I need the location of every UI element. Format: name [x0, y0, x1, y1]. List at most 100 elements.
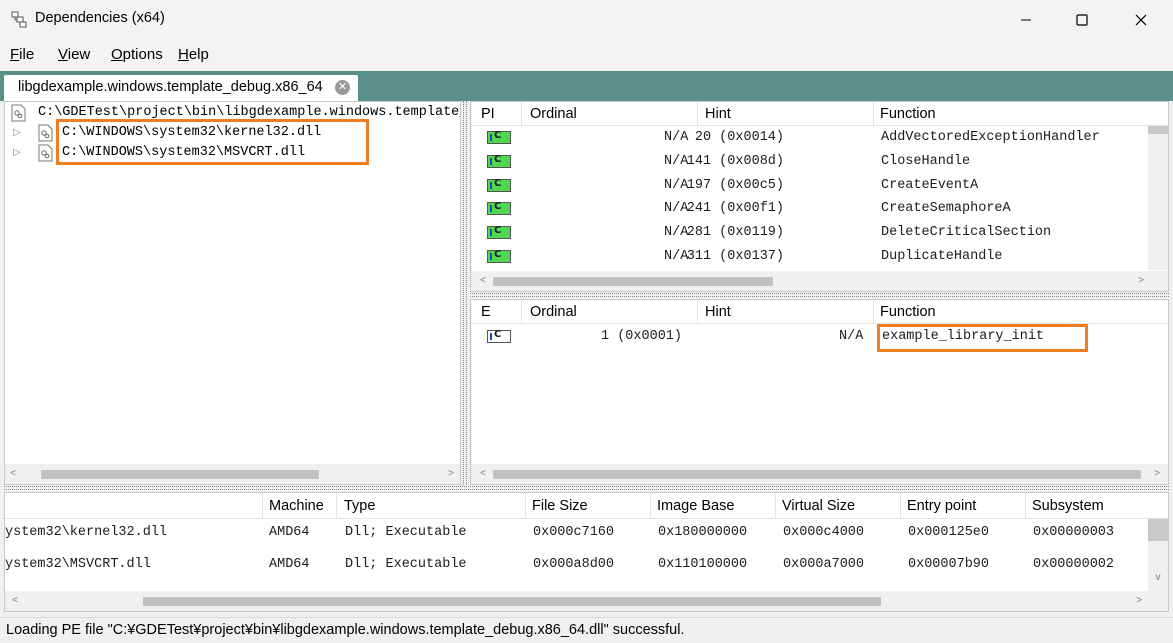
- menu-file[interactable]: File: [10, 46, 34, 63]
- modules-horizontal-scrollbar[interactable]: < >: [5, 591, 1168, 611]
- import-ordinal: N/A: [664, 153, 689, 169]
- scrollbar-thumb[interactable]: [1148, 126, 1168, 134]
- col-file-size[interactable]: File Size: [532, 498, 588, 514]
- exports-header: E Ordinal Hint Function: [471, 300, 1168, 324]
- menu-help[interactable]: Help: [178, 46, 209, 63]
- import-ordinal: N/A: [664, 249, 689, 264]
- import-function: DeleteCriticalSection: [881, 225, 1052, 241]
- col-image-base[interactable]: Image Base: [657, 498, 734, 514]
- minimize-button[interactable]: [1003, 0, 1049, 40]
- scrollbar-thumb[interactable]: [493, 277, 773, 286]
- document-tab[interactable]: libgdexample.windows.template_debug.x86_…: [4, 75, 358, 101]
- scroll-down-icon[interactable]: v: [1152, 571, 1164, 585]
- highlight-box-imports-tree: [56, 119, 369, 165]
- menu-options-label: ptions: [122, 46, 163, 63]
- menu-help-accel: H: [178, 46, 189, 63]
- import-hint: 241 (0x00f1): [686, 201, 784, 217]
- import-ordinal: N/A: [664, 177, 689, 193]
- minimize-icon: [1021, 19, 1031, 21]
- col-virtual-size[interactable]: Virtual Size: [782, 498, 855, 514]
- import-c-icon: [487, 154, 511, 168]
- exports-horizontal-scrollbar[interactable]: < >: [471, 464, 1168, 484]
- scroll-left-icon[interactable]: <: [7, 467, 19, 481]
- imports-header: PI Ordinal Hint Function: [471, 102, 1168, 126]
- import-function: CloseHandle: [881, 153, 971, 169]
- module-file-size: 0x000a8d00: [533, 557, 615, 572]
- import-hint: 197 (0x00c5): [686, 177, 784, 193]
- close-button[interactable]: [1118, 0, 1164, 40]
- close-icon: [1135, 14, 1147, 26]
- col-ordinal[interactable]: Ordinal: [530, 304, 577, 320]
- document-tab-strip: libgdexample.windows.template_debug.x86_…: [0, 71, 1173, 101]
- module-image-base: 0x110100000: [658, 557, 748, 572]
- maximize-icon: [1076, 14, 1088, 26]
- module-machine: AMD64: [269, 557, 310, 572]
- modules-vertical-scrollbar[interactable]: v: [1148, 519, 1168, 591]
- import-c-icon: [487, 225, 511, 240]
- col-pi[interactable]: PI: [481, 106, 495, 122]
- import-ordinal: N/A: [664, 130, 689, 145]
- menu-file-label: ile: [19, 46, 35, 63]
- scroll-right-icon[interactable]: >: [1135, 274, 1147, 288]
- highlight-box-export-function: [877, 324, 1088, 352]
- menu-view[interactable]: View: [58, 46, 90, 63]
- import-c-icon: [487, 130, 511, 144]
- col-machine[interactable]: Machine: [269, 498, 324, 514]
- col-function[interactable]: Function: [880, 304, 936, 320]
- expand-arrow-icon[interactable]: ▷: [13, 128, 23, 138]
- col-entry-point[interactable]: Entry point: [907, 498, 976, 514]
- import-function: AddVectoredExceptionHandler: [881, 130, 1100, 145]
- imports-horizontal-scrollbar[interactable]: < >: [471, 271, 1168, 291]
- tree-horizontal-scrollbar[interactable]: < >: [5, 464, 460, 484]
- scroll-right-icon[interactable]: >: [445, 467, 457, 481]
- scroll-left-icon[interactable]: <: [9, 594, 21, 608]
- modules-table[interactable]: Machine Type File Size Image Base Virtua…: [4, 492, 1169, 612]
- scroll-right-icon[interactable]: >: [1133, 594, 1145, 608]
- module-virtual-size: 0x000c4000: [783, 525, 865, 540]
- scroll-left-icon[interactable]: <: [477, 467, 489, 481]
- import-hint: 281 (0x0119): [686, 225, 784, 241]
- menu-options[interactable]: Options: [111, 46, 163, 63]
- scrollbar-thumb[interactable]: [41, 470, 319, 479]
- col-e[interactable]: E: [481, 304, 491, 320]
- col-type[interactable]: Type: [344, 498, 375, 514]
- import-c-icon: [487, 178, 511, 192]
- import-c-icon: [487, 249, 511, 263]
- tab-close-icon[interactable]: ✕: [335, 80, 350, 95]
- export-hint: N/A: [839, 329, 864, 344]
- horizontal-splitter-bottom[interactable]: [4, 486, 1169, 490]
- scrollbar-thumb[interactable]: [143, 597, 881, 606]
- col-hint[interactable]: Hint: [705, 304, 731, 320]
- horizontal-splitter[interactable]: [470, 293, 1169, 297]
- window-title: Dependencies (x64): [35, 10, 165, 26]
- import-hint: 141 (0x008d): [686, 153, 784, 169]
- col-function[interactable]: Function: [880, 106, 936, 122]
- vertical-splitter[interactable]: [463, 101, 467, 485]
- module-entry-point: 0x00007b90: [908, 557, 990, 572]
- col-subsystem[interactable]: Subsystem: [1032, 498, 1104, 514]
- col-ordinal[interactable]: Ordinal: [530, 106, 577, 122]
- import-hint: 20 (0x0014): [694, 130, 784, 145]
- scrollbar-thumb[interactable]: [493, 470, 1141, 479]
- menu-view-accel: V: [58, 46, 68, 63]
- imports-vertical-scrollbar[interactable]: [1148, 126, 1168, 270]
- expand-arrow-icon[interactable]: ▷: [13, 148, 23, 158]
- module-entry-point: 0x000125e0: [908, 525, 990, 540]
- imports-table[interactable]: PI Ordinal Hint Function N/A 20 (0x0014) A…: [470, 101, 1169, 292]
- export-ordinal: 1 (0x0001): [601, 329, 683, 344]
- import-hint: 311 (0x0137): [686, 249, 784, 264]
- module-subsystem: 0x00000003: [1033, 525, 1115, 540]
- scroll-left-icon[interactable]: <: [477, 274, 489, 288]
- scroll-right-icon[interactable]: >: [1151, 467, 1163, 481]
- status-text: Loading PE file "C:¥GDETest¥project¥bin¥…: [6, 622, 685, 638]
- export-c-icon: [487, 329, 511, 343]
- col-hint[interactable]: Hint: [705, 106, 731, 122]
- scrollbar-thumb[interactable]: [1148, 519, 1168, 541]
- module-name: ystem32\kernel32.dll: [5, 525, 168, 540]
- import-function: DuplicateHandle: [881, 249, 1003, 264]
- module-virtual-size: 0x000a7000: [783, 557, 865, 572]
- module-file-size: 0x000c7160: [533, 525, 615, 540]
- import-ordinal: N/A: [664, 225, 689, 241]
- maximize-button[interactable]: [1059, 0, 1105, 40]
- modules-header: Machine Type File Size Image Base Virtua…: [5, 493, 1168, 519]
